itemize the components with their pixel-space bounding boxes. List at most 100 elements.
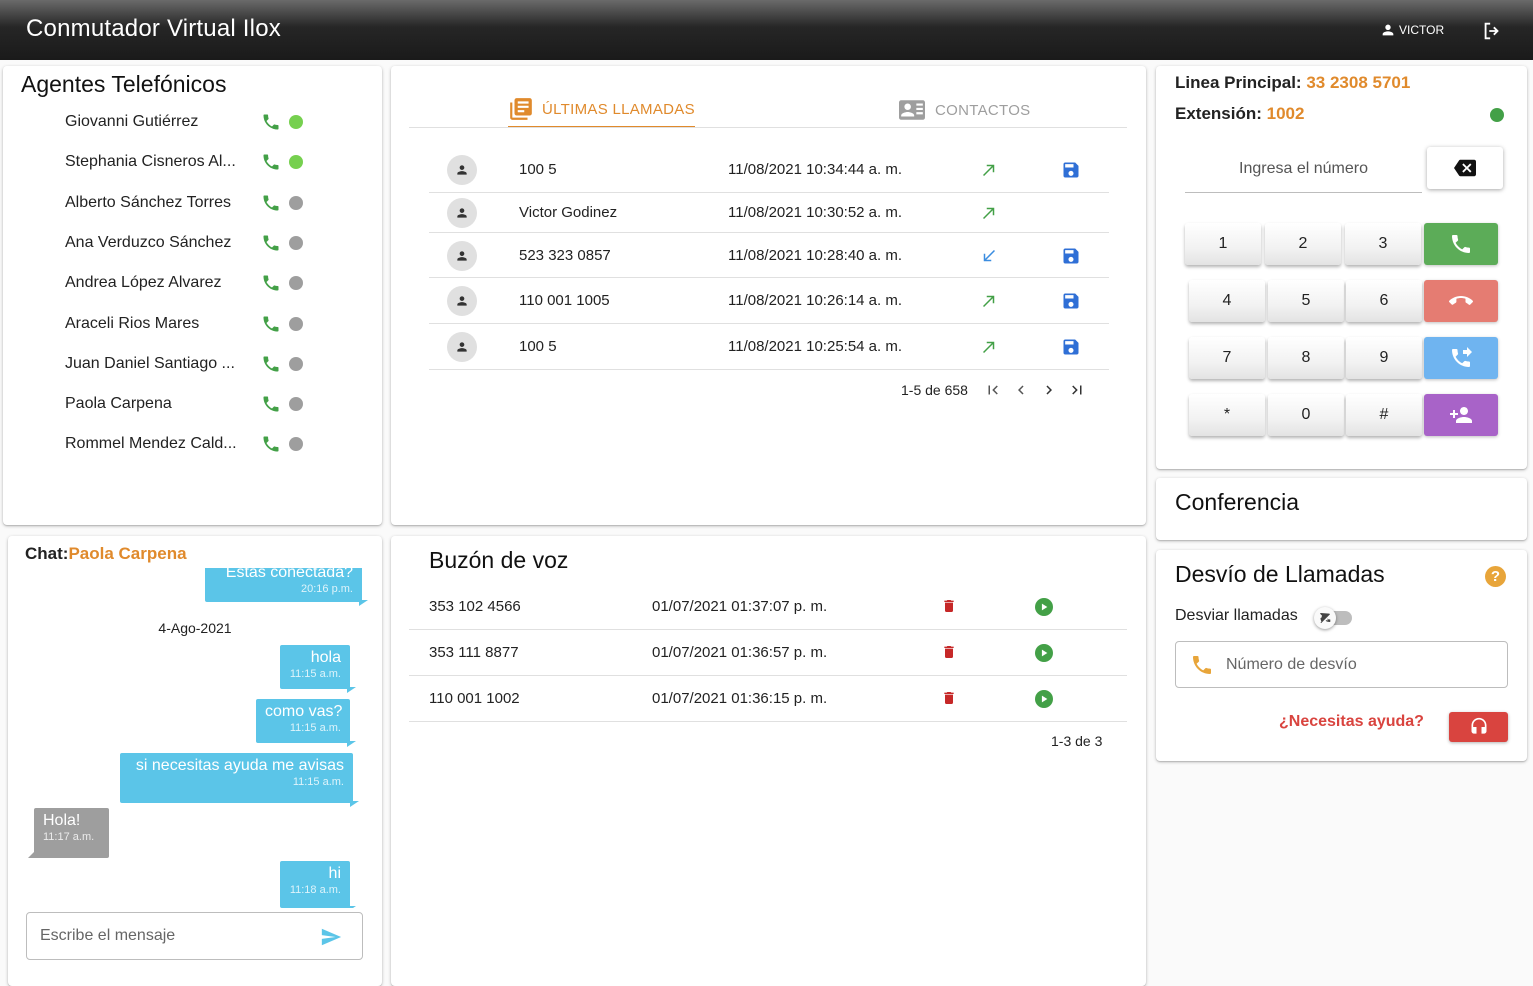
- call-row[interactable]: Victor Godinez 11/08/2021 10:30:52 a. m.: [429, 192, 1109, 233]
- agent-status-dot: [289, 115, 303, 129]
- agent-item[interactable]: Stephania Cisneros Al...: [65, 148, 325, 176]
- user-menu[interactable]: VICTOR: [1380, 22, 1444, 38]
- voicemail-row[interactable]: 353 102 4566 01/07/2021 01:37:07 p. m.: [409, 584, 1127, 630]
- dial-key[interactable]: 9: [1346, 337, 1422, 379]
- call-row[interactable]: 100 5 11/08/2021 10:34:44 a. m.: [429, 147, 1109, 193]
- call-end-icon: [1449, 296, 1473, 305]
- save-icon[interactable]: [1061, 337, 1081, 361]
- dial-key[interactable]: 6: [1346, 280, 1422, 322]
- need-help-link[interactable]: ¿Necesitas ayuda?: [1279, 713, 1424, 731]
- chat-input-placeholder: Escribe el mensaje: [40, 927, 176, 944]
- transfer-button[interactable]: [1424, 337, 1498, 379]
- play-icon[interactable]: [1035, 598, 1053, 616]
- agent-item[interactable]: Araceli Rios Mares: [65, 310, 325, 338]
- agent-name: Stephania Cisneros Al...: [65, 153, 236, 171]
- contacts-icon: [899, 100, 925, 120]
- prev-page-icon[interactable]: [1012, 381, 1030, 399]
- chat-date-separator: 4-Ago-2021: [158, 620, 232, 636]
- call-datetime: 11/08/2021 10:26:14 a. m.: [728, 292, 903, 309]
- voicemail-row[interactable]: 110 001 1002 01/07/2021 01:36:15 p. m.: [409, 676, 1127, 722]
- add-participant-button[interactable]: [1424, 394, 1498, 436]
- phone-icon[interactable]: [261, 354, 281, 374]
- agent-item[interactable]: Rommel Mendez Cald...: [65, 430, 325, 458]
- forward-toggle[interactable]: [1314, 607, 1354, 629]
- agent-item[interactable]: Ana Verduzco Sánchez: [65, 229, 325, 257]
- contact-avatar: [447, 197, 477, 228]
- play-icon[interactable]: [1035, 690, 1053, 708]
- save-icon[interactable]: [1061, 160, 1081, 184]
- play-icon[interactable]: [1035, 644, 1053, 662]
- chat-message: si necesitas ayuda me avisas 11:15 a.m.: [120, 753, 353, 803]
- message-time: 11:15 a.m.: [292, 776, 344, 788]
- dial-key[interactable]: 8: [1268, 337, 1344, 379]
- dial-key[interactable]: #: [1346, 394, 1422, 436]
- hangup-button[interactable]: [1424, 280, 1498, 322]
- first-page-icon[interactable]: [984, 381, 1002, 399]
- dial-key[interactable]: 7: [1189, 337, 1265, 379]
- send-icon[interactable]: [320, 926, 342, 948]
- forward-number-input[interactable]: Número de desvío: [1175, 641, 1508, 688]
- dial-key[interactable]: 2: [1265, 223, 1341, 265]
- tab-ultimas-llamadas[interactable]: ÚLTIMAS LLAMADAS: [508, 92, 695, 128]
- save-icon[interactable]: [1061, 291, 1081, 315]
- agent-item[interactable]: Andrea López Alvarez: [65, 269, 325, 297]
- next-page-icon[interactable]: [1040, 381, 1058, 399]
- last-page-icon[interactable]: [1068, 381, 1086, 399]
- dial-key[interactable]: *: [1189, 394, 1265, 436]
- call-datetime: 11/08/2021 10:34:44 a. m.: [728, 161, 903, 178]
- help-icon[interactable]: ?: [1485, 566, 1506, 587]
- agent-status-dot: [289, 316, 303, 331]
- phone-icon[interactable]: [261, 273, 281, 293]
- chat-message: como vas? 11:15 a.m.: [256, 699, 350, 743]
- phone-icon[interactable]: [261, 233, 281, 253]
- call-datetime: 11/08/2021 10:25:54 a. m.: [728, 338, 903, 355]
- call-row[interactable]: 100 5 11/08/2021 10:25:54 a. m.: [429, 324, 1109, 370]
- voicemail-row[interactable]: 353 111 8877 01/07/2021 01:36:57 p. m.: [409, 630, 1127, 676]
- voicemail-datetime: 01/07/2021 01:37:07 p. m.: [652, 598, 828, 615]
- agent-item[interactable]: Paola Carpena: [65, 390, 325, 418]
- agent-status-dot: [289, 397, 303, 412]
- agent-name: Alberto Sánchez Torres: [65, 193, 232, 211]
- dial-key[interactable]: 3: [1345, 223, 1421, 265]
- conference-panel: Conferencia: [1156, 478, 1527, 540]
- chat-message-input[interactable]: Escribe el mensaje: [26, 912, 363, 960]
- agent-status-dot: [289, 437, 303, 452]
- call-row[interactable]: 110 001 1005 11/08/2021 10:26:14 a. m.: [429, 278, 1109, 324]
- phone-disabled-icon: [1320, 613, 1331, 624]
- dial-key[interactable]: 1: [1185, 223, 1261, 265]
- call-row[interactable]: 523 323 0857 11/08/2021 10:28:40 a. m.: [429, 233, 1109, 278]
- dial-key[interactable]: 0: [1268, 394, 1344, 436]
- delete-icon[interactable]: [941, 689, 957, 711]
- phone-icon[interactable]: [261, 193, 281, 213]
- dial-key[interactable]: 4: [1189, 280, 1265, 322]
- chat-messages[interactable]: Estas conectada? 20:16 p.m. 4-Ago-2021 h…: [8, 568, 382, 908]
- contact-avatar: [447, 240, 477, 271]
- phone-icon[interactable]: [261, 112, 281, 132]
- save-icon[interactable]: [1061, 246, 1081, 270]
- delete-icon[interactable]: [941, 597, 957, 619]
- dial-number-input[interactable]: Ingresa el número: [1185, 147, 1422, 193]
- agent-item[interactable]: Juan Daniel Santiago ...: [65, 350, 325, 378]
- agent-item[interactable]: Giovanni Gutiérrez: [65, 108, 325, 136]
- chat-message: Hola! 11:17 a.m.: [28, 808, 109, 858]
- agent-name: Araceli Rios Mares: [65, 314, 200, 332]
- phone-icon: [1193, 655, 1211, 674]
- calls-panel: ÚLTIMAS LLAMADAS CONTACTOS 100 5 11/08/2…: [391, 66, 1146, 525]
- tab-contactos[interactable]: CONTACTOS: [897, 92, 1030, 128]
- phone-icon[interactable]: [261, 434, 281, 454]
- agent-item[interactable]: Alberto Sánchez Torres: [65, 189, 325, 217]
- logout-icon[interactable]: [1481, 20, 1503, 42]
- chat-message: Estas conectada? 20:16 p.m.: [205, 568, 362, 602]
- phone-icon[interactable]: [261, 314, 281, 334]
- phone-icon[interactable]: [261, 152, 281, 172]
- backspace-button[interactable]: [1427, 147, 1503, 189]
- voicemail-datetime: 01/07/2021 01:36:57 p. m.: [652, 644, 828, 661]
- agent-name: Giovanni Gutiérrez: [65, 113, 199, 130]
- dial-key[interactable]: 5: [1268, 280, 1344, 322]
- call-button[interactable]: [1424, 223, 1498, 265]
- delete-icon[interactable]: [941, 643, 957, 665]
- chat-header: Chat:Paola Carpena: [25, 544, 187, 564]
- voicemail-number: 353 102 4566: [429, 598, 521, 615]
- support-button[interactable]: [1449, 712, 1508, 742]
- phone-icon[interactable]: [261, 394, 281, 414]
